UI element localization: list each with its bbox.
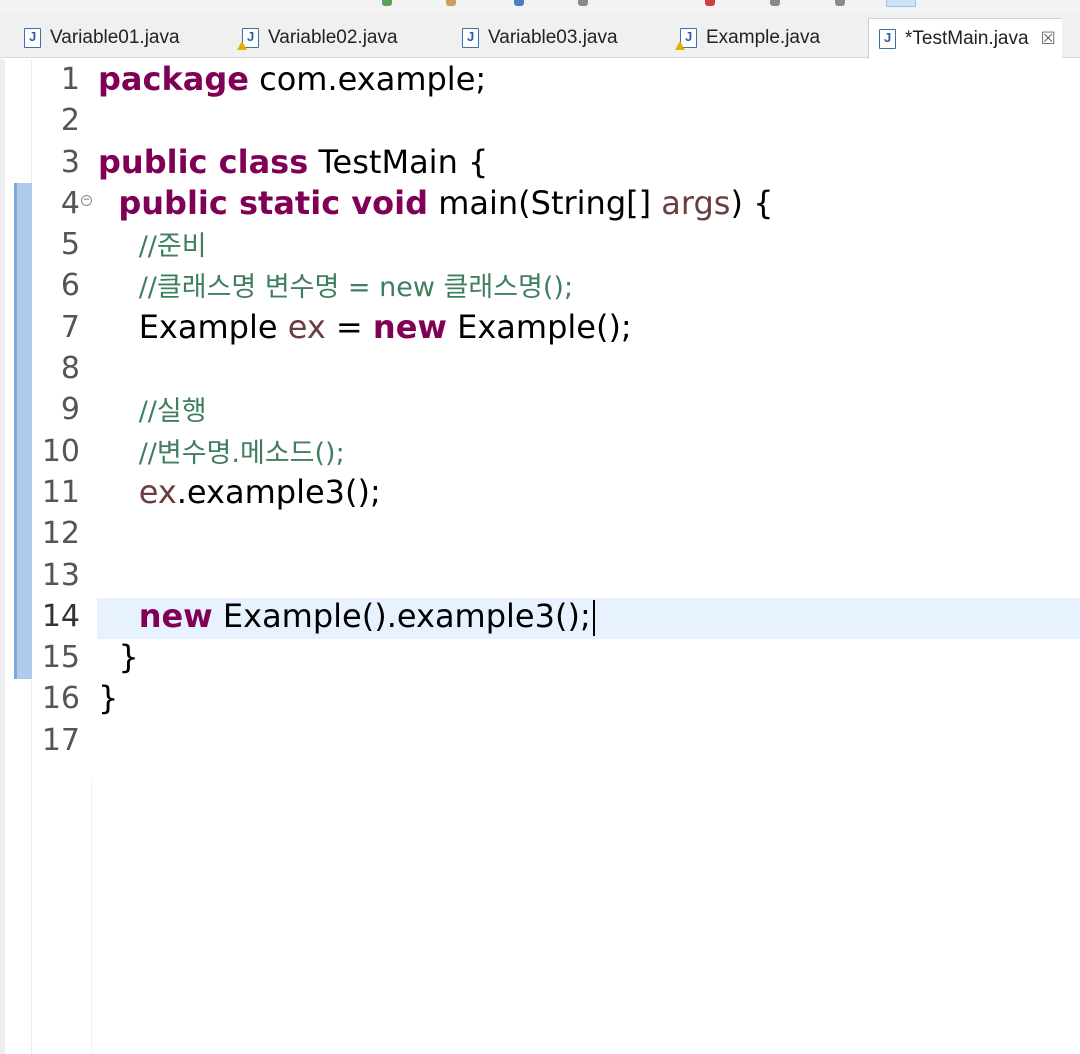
fold-collapse-icon[interactable]: − (81, 194, 92, 206)
tab-label: Example.java (706, 27, 821, 48)
toolbar-button-icon[interactable] (770, 0, 780, 6)
toolbar-button-icon[interactable] (382, 0, 392, 6)
tab-variable02[interactable]: Variable02.java (237, 20, 398, 56)
line-number: 11 (41, 474, 80, 510)
toolbar-selected-button[interactable] (886, 0, 916, 7)
code-token: Example(); (446, 307, 632, 346)
line-number: 16 (41, 681, 80, 717)
comment: //실행 (138, 396, 207, 428)
code-token: Example().example3(); (212, 596, 591, 635)
line-number: 7 (60, 309, 80, 345)
code-token: = (325, 307, 373, 346)
line-number: 13 (41, 557, 80, 593)
code-text[interactable]: package com.example; public class TestMa… (98, 59, 773, 761)
line-number: 9 (60, 392, 80, 428)
comment: //클래스명 변수명 = new 클래스명(); (138, 272, 574, 304)
toolbar-button-icon[interactable] (705, 0, 715, 6)
java-file-icon (24, 28, 41, 48)
line-number: 6 (60, 268, 80, 304)
code-line: } (98, 637, 773, 678)
code-line: //클래스명 변수명 = new 클래스명(); (98, 265, 773, 306)
toolbar-button-icon[interactable] (514, 0, 524, 6)
code-line: Example ex = new Example(); (98, 307, 773, 348)
line-number: 4 (60, 185, 80, 221)
local-variable: ex (287, 307, 326, 346)
toolbar-button-icon[interactable] (446, 0, 456, 6)
line-number: 8 (60, 351, 80, 387)
line-number-current: 14 (41, 598, 80, 634)
code-token: Example (138, 307, 288, 346)
toolbar-strip (0, 0, 1080, 14)
parameter: args (661, 183, 731, 222)
toolbar-button-icon[interactable] (578, 0, 588, 6)
code-line: package com.example; (98, 59, 773, 100)
tab-label: Variable01.java (50, 27, 180, 48)
code-line: public static void main(String[] args) { (98, 183, 773, 224)
code-line: public class TestMain { (98, 142, 773, 183)
tab-label: Variable03.java (488, 27, 618, 48)
code-line: ex.example3(); (98, 472, 773, 513)
line-number: 3 (60, 144, 80, 180)
comment: //준비 (138, 231, 207, 263)
java-file-icon (462, 28, 479, 48)
editor-left-edge (0, 59, 5, 1054)
code-line: //실행 (98, 389, 773, 430)
line-number-with-fold: 4− (28, 183, 92, 224)
code-token: } (118, 638, 139, 677)
comment: //변수명.메소드(); (138, 437, 345, 469)
code-line: //변수명.메소드(); (98, 431, 773, 472)
code-line-current: new Example().example3(); (98, 596, 773, 637)
tab-example[interactable]: Example.java (675, 20, 821, 56)
java-file-warning-icon (675, 28, 697, 50)
tab-label: *TestMain.java (905, 28, 1029, 49)
tab-variable01[interactable]: Variable01.java (24, 20, 180, 56)
code-token: TestMain { (308, 142, 489, 181)
line-number: 12 (41, 516, 80, 552)
keyword: public class (98, 142, 309, 181)
code-token: .example3(); (176, 472, 381, 511)
line-number: 17 (41, 722, 80, 758)
code-editor[interactable]: 1 2 3 4− 5 6 7 8 9 10 11 12 13 14 15 16 … (0, 59, 1080, 1054)
code-token: ) { (730, 183, 774, 222)
text-caret (592, 599, 595, 636)
editor-tab-bar: Variable01.java Variable02.java Variable… (0, 14, 1080, 59)
line-number: 2 (60, 103, 80, 139)
java-file-warning-icon (237, 28, 259, 50)
code-token: } (98, 679, 119, 718)
tab-testmain[interactable]: *TestMain.java ☒ (868, 18, 1062, 59)
close-icon[interactable]: ☒ (1041, 29, 1056, 49)
keyword: new (138, 596, 213, 635)
line-number: 15 (41, 640, 80, 676)
tab-label: Variable02.java (268, 27, 398, 48)
gutter-divider (91, 779, 92, 1054)
line-number-ruler[interactable]: 1 2 3 4− 5 6 7 8 9 10 11 12 13 14 15 16 … (28, 59, 92, 761)
keyword: public static void (118, 183, 429, 222)
tab-variable03[interactable]: Variable03.java (462, 20, 618, 56)
keyword: package (98, 60, 249, 98)
code-line: //준비 (98, 224, 773, 265)
java-file-icon (879, 29, 896, 49)
toolbar-button-icon[interactable] (835, 0, 845, 6)
code-token: main(String[] (428, 183, 662, 222)
keyword: new (372, 307, 447, 346)
code-line: } (98, 678, 773, 719)
local-variable: ex (138, 472, 177, 511)
line-number: 10 (41, 433, 80, 469)
line-number: 5 (60, 227, 80, 263)
code-token: com.example; (248, 60, 487, 98)
line-number: 1 (60, 62, 80, 97)
